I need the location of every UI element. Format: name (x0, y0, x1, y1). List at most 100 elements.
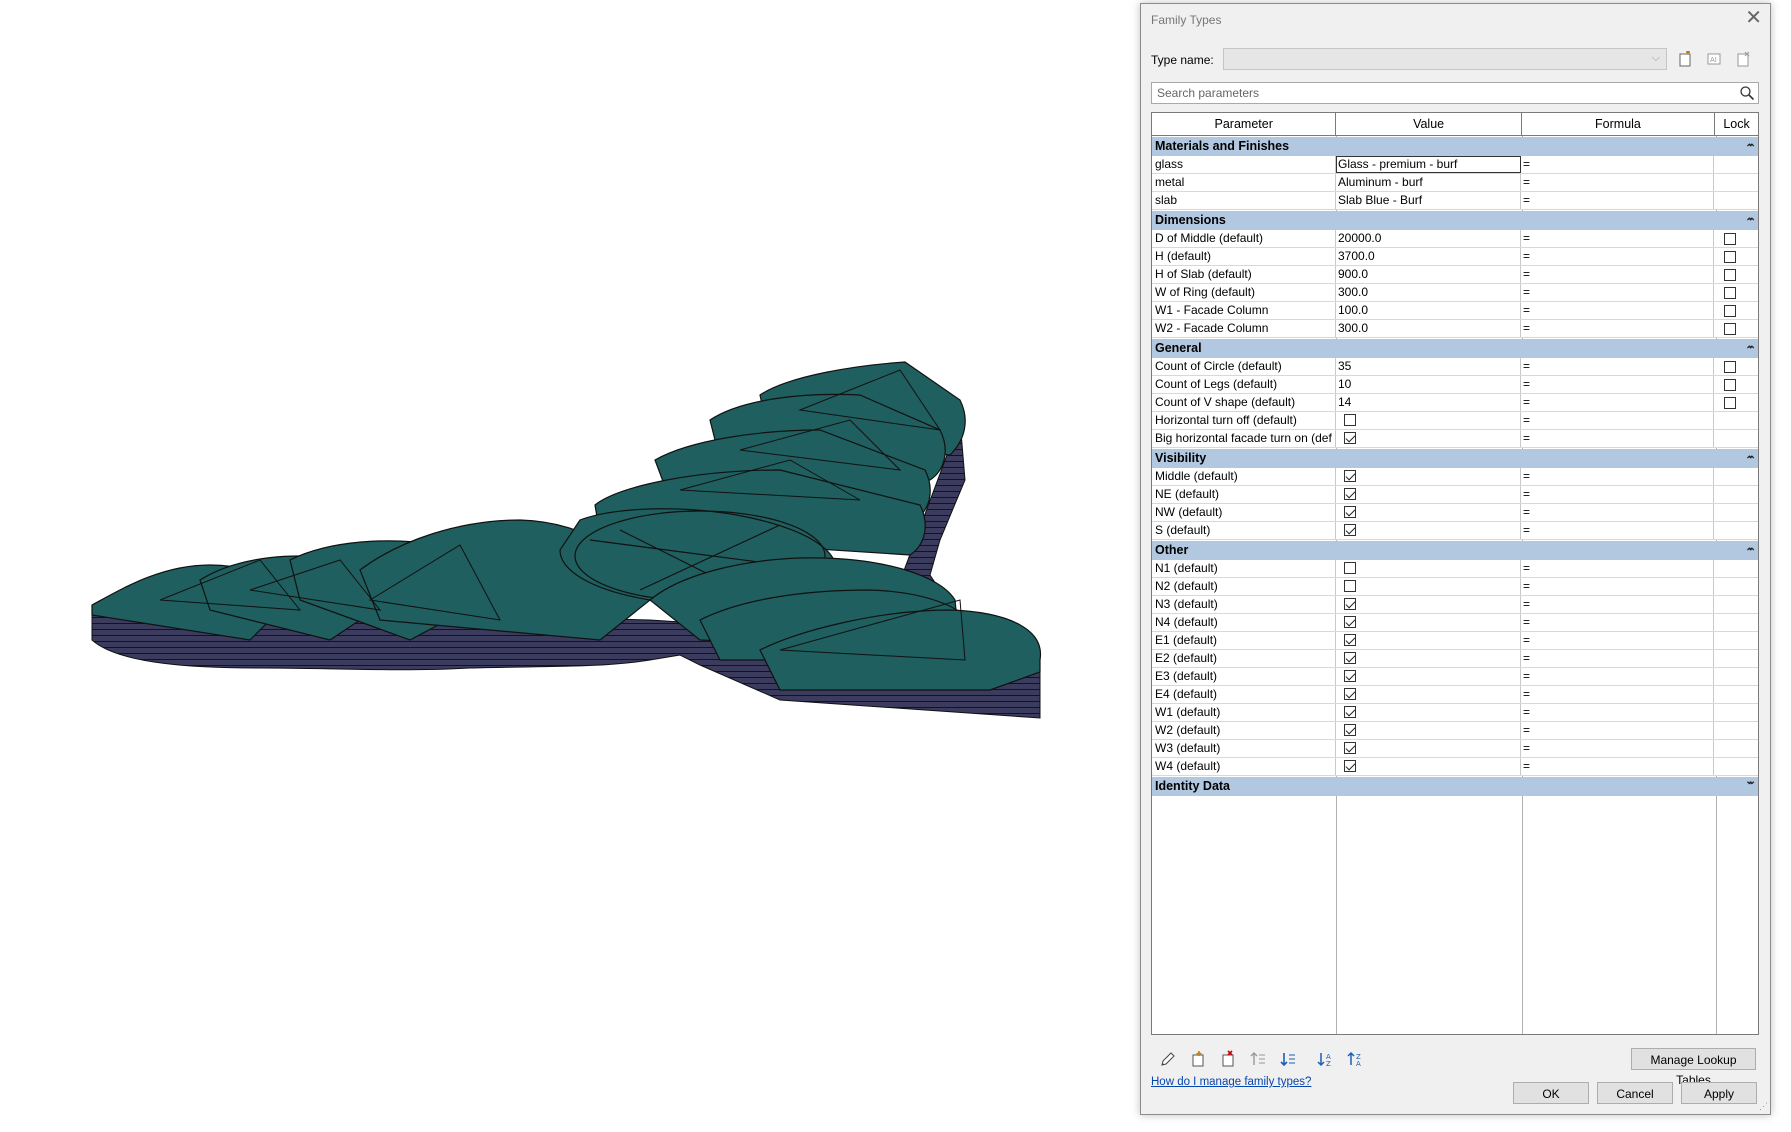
model-viewport[interactable] (0, 0, 1130, 1132)
value-checkbox[interactable] (1344, 705, 1356, 718)
lock-checkbox[interactable] (1724, 251, 1736, 263)
parameter-formula[interactable]: = (1521, 758, 1714, 775)
parameter-lock[interactable] (1714, 320, 1758, 337)
ok-button[interactable]: OK (1513, 1082, 1589, 1104)
parameter-name[interactable]: Count of Legs (default) (1152, 376, 1336, 393)
lock-checkbox[interactable] (1724, 323, 1736, 335)
column-header-parameter[interactable]: Parameter (1152, 113, 1337, 135)
parameter-formula[interactable]: = (1521, 504, 1714, 521)
sort-descending-icon[interactable]: ZA (1341, 1048, 1371, 1070)
parameter-lock[interactable] (1714, 248, 1758, 265)
parameter-lock[interactable] (1714, 302, 1758, 319)
parameter-name[interactable]: W4 (default) (1152, 758, 1336, 775)
group-header[interactable]: Other ⌃⌃ (1152, 541, 1758, 560)
sort-ascending-icon[interactable]: AZ (1311, 1048, 1341, 1070)
move-up-icon[interactable] (1243, 1048, 1273, 1070)
group-header[interactable]: Identity Data ⌄⌄ (1152, 777, 1758, 796)
new-parameter-icon[interactable] (1183, 1048, 1213, 1070)
parameter-formula[interactable]: = (1521, 632, 1714, 649)
close-icon[interactable]: ✕ (1745, 8, 1762, 28)
expand-icon[interactable]: ⌄⌄ (1745, 777, 1755, 787)
value-checkbox[interactable] (1344, 469, 1356, 482)
parameter-formula[interactable]: = (1521, 394, 1714, 411)
parameter-value[interactable]: 3700.0 (1336, 248, 1521, 265)
parameter-formula[interactable]: = (1521, 668, 1714, 685)
parameter-value[interactable]: 10 (1336, 376, 1521, 393)
parameter-value[interactable]: 20000.0 (1336, 230, 1521, 247)
parameter-value[interactable] (1336, 704, 1521, 721)
search-icon[interactable] (1739, 85, 1755, 104)
value-checkbox[interactable] (1344, 633, 1356, 646)
lock-checkbox[interactable] (1724, 397, 1736, 409)
group-header[interactable]: Materials and Finishes ⌃⌃ (1152, 137, 1758, 156)
parameter-name[interactable]: W3 (default) (1152, 740, 1336, 757)
parameter-name[interactable]: H of Slab (default) (1152, 266, 1336, 283)
parameter-name[interactable]: N1 (default) (1152, 560, 1336, 577)
parameter-value[interactable] (1336, 632, 1521, 649)
parameter-formula[interactable]: = (1521, 722, 1714, 739)
lock-checkbox[interactable] (1724, 361, 1736, 373)
parameter-value[interactable] (1336, 668, 1521, 685)
parameter-lock[interactable] (1714, 376, 1758, 393)
parameter-formula[interactable]: = (1521, 358, 1714, 375)
parameter-value[interactable] (1336, 578, 1521, 595)
lock-checkbox[interactable] (1724, 233, 1736, 245)
parameter-formula[interactable]: = (1521, 486, 1714, 503)
parameter-formula[interactable]: = (1521, 596, 1714, 613)
parameter-formula[interactable]: = (1521, 560, 1714, 577)
parameter-name[interactable]: Big horizontal facade turn on (def (1152, 430, 1336, 447)
parameter-formula[interactable]: = (1521, 686, 1714, 703)
value-checkbox[interactable] (1344, 523, 1356, 536)
parameter-name[interactable]: Horizontal turn off (default) (1152, 412, 1336, 429)
value-checkbox[interactable] (1344, 597, 1356, 610)
parameter-value[interactable]: 100.0 (1336, 302, 1521, 319)
parameter-value[interactable]: Glass - premium - burf (1336, 156, 1521, 173)
search-parameters-field[interactable] (1151, 82, 1759, 104)
parameter-name[interactable]: W2 - Facade Column (1152, 320, 1336, 337)
parameter-lock[interactable] (1714, 394, 1758, 411)
parameter-name[interactable]: NW (default) (1152, 504, 1336, 521)
resize-grip-icon[interactable]: ⋰ (1759, 1101, 1768, 1112)
cancel-button[interactable]: Cancel (1597, 1082, 1673, 1104)
parameter-value[interactable]: 900.0 (1336, 266, 1521, 283)
parameter-value[interactable] (1336, 560, 1521, 577)
parameter-name[interactable]: E1 (default) (1152, 632, 1336, 649)
parameter-value[interactable] (1336, 430, 1521, 447)
parameter-value[interactable]: Slab Blue - Burf (1336, 192, 1521, 209)
parameter-name[interactable]: H (default) (1152, 248, 1336, 265)
value-checkbox[interactable] (1344, 505, 1356, 518)
parameter-name[interactable]: W1 - Facade Column (1152, 302, 1336, 319)
column-header-formula[interactable]: Formula (1522, 113, 1716, 135)
parameter-lock[interactable] (1714, 230, 1758, 247)
edit-parameter-icon[interactable] (1153, 1048, 1183, 1070)
group-header[interactable]: General ⌃⌃ (1152, 339, 1758, 358)
parameter-value[interactable] (1336, 722, 1521, 739)
parameter-formula[interactable]: = (1521, 468, 1714, 485)
parameter-formula[interactable]: = (1521, 320, 1714, 337)
value-checkbox[interactable] (1344, 579, 1356, 592)
delete-parameter-icon[interactable] (1213, 1048, 1243, 1070)
parameter-value[interactable] (1336, 504, 1521, 521)
parameter-formula[interactable]: = (1521, 284, 1714, 301)
new-type-icon[interactable] (1675, 49, 1695, 69)
parameter-name[interactable]: E2 (default) (1152, 650, 1336, 667)
parameter-formula[interactable]: = (1521, 740, 1714, 757)
column-header-value[interactable]: Value (1336, 113, 1522, 135)
lock-checkbox[interactable] (1724, 379, 1736, 391)
value-checkbox[interactable] (1344, 431, 1356, 444)
parameter-formula[interactable]: = (1521, 376, 1714, 393)
parameter-value[interactable]: 300.0 (1336, 320, 1521, 337)
help-link[interactable]: How do I manage family types? (1151, 1076, 1311, 1088)
delete-type-icon[interactable] (1733, 49, 1753, 69)
parameter-name[interactable]: S (default) (1152, 522, 1336, 539)
parameter-formula[interactable]: = (1521, 174, 1714, 191)
parameter-value[interactable] (1336, 650, 1521, 667)
parameter-name[interactable]: W of Ring (default) (1152, 284, 1336, 301)
parameter-value[interactable] (1336, 686, 1521, 703)
parameter-value[interactable] (1336, 614, 1521, 631)
value-checkbox[interactable] (1344, 723, 1356, 736)
parameter-value[interactable] (1336, 468, 1521, 485)
parameter-formula[interactable]: = (1521, 650, 1714, 667)
lock-checkbox[interactable] (1724, 269, 1736, 281)
value-checkbox[interactable] (1344, 759, 1356, 772)
